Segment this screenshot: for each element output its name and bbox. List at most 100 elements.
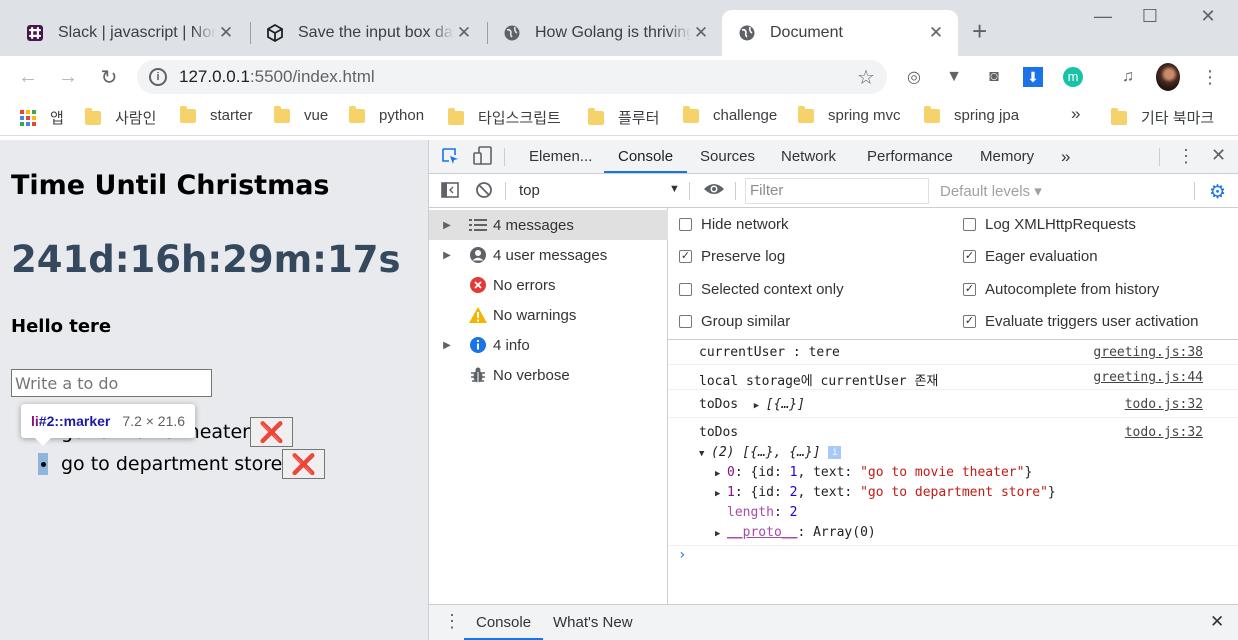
extension-m-icon[interactable]: m bbox=[1061, 65, 1085, 89]
browser-menu-icon[interactable]: ⋮ bbox=[1198, 65, 1222, 89]
sidebar-item-info[interactable]: ▶ 4 info bbox=[429, 330, 668, 360]
collapse-arrow-icon[interactable]: ▼ bbox=[699, 449, 711, 459]
checkbox-hide-network[interactable]: Hide network bbox=[679, 216, 789, 233]
checkbox-preserve-log[interactable]: ✓ Preserve log bbox=[679, 248, 785, 265]
close-tab-icon[interactable]: ✕ bbox=[691, 23, 711, 43]
back-icon[interactable]: ← bbox=[8, 66, 48, 89]
context-selector[interactable]: top bbox=[519, 182, 540, 199]
bookmark-folder[interactable]: spring jpa bbox=[924, 105, 1019, 124]
bookmark-folder[interactable]: spring mvc bbox=[798, 105, 901, 124]
avatar[interactable] bbox=[1156, 63, 1180, 91]
minimize-icon[interactable]: — bbox=[1080, 6, 1126, 27]
bookmark-folder[interactable]: 플루터 bbox=[588, 107, 659, 128]
checkbox-user-activation[interactable]: ✓ Evaluate triggers user activation bbox=[963, 313, 1198, 330]
maximize-icon[interactable]: ☐ bbox=[1127, 6, 1173, 27]
source-link[interactable]: greeting.js:38 bbox=[1093, 345, 1203, 360]
checkbox-autocomplete[interactable]: ✓ Autocomplete from history bbox=[963, 281, 1159, 298]
expand-arrow-icon[interactable]: ▶ bbox=[429, 220, 463, 231]
sidebar-item-errors[interactable]: No errors bbox=[429, 270, 668, 300]
clear-console-icon[interactable] bbox=[475, 181, 493, 204]
close-tab-icon[interactable]: ✕ bbox=[454, 23, 474, 43]
context-dropdown-icon[interactable]: ▼ bbox=[669, 183, 680, 195]
close-tab-icon[interactable]: ✕ bbox=[926, 23, 946, 43]
checkbox-log-xhr[interactable]: Log XMLHttpRequests bbox=[963, 216, 1136, 233]
log-levels-dropdown[interactable]: Default levels ▾ bbox=[940, 182, 1042, 200]
bookmark-folder[interactable]: challenge bbox=[683, 105, 777, 124]
other-bookmarks[interactable]: 기타 북마크 bbox=[1111, 107, 1214, 128]
checkbox-selected-context[interactable]: Selected context only bbox=[679, 281, 844, 298]
source-link[interactable]: greeting.js:44 bbox=[1093, 370, 1203, 385]
checkbox-checked[interactable]: ✓ bbox=[963, 283, 976, 296]
checkbox-eager-evaluation[interactable]: ✓ Eager evaluation bbox=[963, 248, 1098, 265]
devtools-menu-icon[interactable]: ⋮ bbox=[1177, 146, 1195, 167]
drawer-tab-whats-new[interactable]: What's New bbox=[553, 605, 633, 640]
media-control-icon[interactable]: ♫ bbox=[1116, 65, 1140, 89]
sidebar-item-verbose[interactable]: No verbose bbox=[429, 360, 668, 390]
expand-arrow-icon[interactable]: ▶ bbox=[715, 529, 727, 539]
tab-console[interactable]: Console bbox=[604, 140, 688, 173]
extension-download-icon[interactable]: ⬇ bbox=[1021, 65, 1045, 89]
array-entry[interactable]: ▶ 0: {id: 1, text: "go to movie theater"} bbox=[715, 465, 1032, 480]
checkbox-checked[interactable]: ✓ bbox=[963, 250, 976, 263]
url-text[interactable]: 127.0.0.1:5500/index.html bbox=[179, 67, 851, 87]
bookmarks-overflow-button[interactable]: » bbox=[1071, 104, 1080, 124]
source-link[interactable]: todo.js:32 bbox=[1125, 425, 1203, 440]
extension-screenshot-icon[interactable]: ◙ bbox=[982, 65, 1006, 89]
sidebar-item-messages[interactable]: ▶ 4 messages bbox=[429, 210, 668, 240]
close-tab-icon[interactable]: ✕ bbox=[216, 23, 236, 43]
bookmark-folder[interactable]: starter bbox=[180, 105, 253, 124]
sidebar-item-warnings[interactable]: No warnings bbox=[429, 300, 668, 330]
array-entry[interactable]: ▶ 1: {id: 2, text: "go to department stor… bbox=[715, 485, 1056, 500]
new-tab-button[interactable]: + bbox=[972, 18, 987, 44]
more-tabs-button[interactable]: » bbox=[1061, 140, 1070, 173]
info-badge-icon[interactable]: i bbox=[828, 446, 842, 459]
checkbox[interactable] bbox=[679, 315, 692, 328]
source-link[interactable]: todo.js:32 bbox=[1125, 397, 1203, 412]
live-expression-eye-icon[interactable] bbox=[703, 181, 725, 202]
expand-arrow-icon[interactable]: ▶ bbox=[715, 489, 727, 499]
tab-elements[interactable]: Elemen... bbox=[529, 140, 592, 173]
site-info-icon[interactable]: i bbox=[149, 68, 167, 86]
tab-memory[interactable]: Memory bbox=[980, 140, 1034, 173]
expand-arrow-icon[interactable]: ▶ bbox=[429, 250, 463, 261]
bookmark-apps[interactable]: 앱 bbox=[20, 107, 64, 128]
close-devtools-icon[interactable]: ✕ bbox=[1211, 145, 1226, 166]
array-summary[interactable]: ▼ (2) [{…}, {…}] i bbox=[699, 445, 842, 460]
tab-performance[interactable]: Performance bbox=[867, 140, 953, 173]
checkbox[interactable] bbox=[679, 283, 692, 296]
sidebar-item-user-messages[interactable]: ▶ 4 user messages bbox=[429, 240, 668, 270]
expand-arrow-icon[interactable]: ▶ bbox=[429, 340, 463, 351]
tab-sources[interactable]: Sources bbox=[700, 140, 755, 173]
sidebar-toggle-icon[interactable] bbox=[441, 182, 459, 203]
array-proto[interactable]: ▶ __proto__: Array(0) bbox=[715, 525, 876, 540]
bookmark-folder[interactable]: python bbox=[349, 105, 424, 124]
todo-input[interactable] bbox=[11, 369, 212, 397]
drawer-tab-console[interactable]: Console bbox=[464, 605, 544, 640]
close-drawer-icon[interactable]: ✕ bbox=[1210, 612, 1224, 632]
extension-vue-icon[interactable]: ▼ bbox=[942, 65, 966, 89]
bookmark-folder[interactable]: vue bbox=[274, 105, 328, 124]
checkbox-checked[interactable]: ✓ bbox=[963, 315, 976, 328]
extension-camera-icon[interactable]: ◎ bbox=[902, 65, 926, 89]
console-filter-input[interactable]: Filter bbox=[745, 178, 929, 204]
console-prompt-icon[interactable]: › bbox=[678, 547, 686, 563]
browser-tab-golang[interactable]: How Golang is thriving ✕ bbox=[487, 10, 723, 56]
delete-todo-button[interactable]: ❌ bbox=[250, 417, 293, 447]
array-preview[interactable]: [{…}] bbox=[766, 397, 805, 412]
browser-tab-document[interactable]: Document ✕ bbox=[722, 10, 958, 56]
device-toolbar-icon[interactable] bbox=[473, 146, 493, 171]
bookmark-folder[interactable]: 사람인 bbox=[85, 107, 156, 128]
delete-todo-button[interactable]: ❌ bbox=[282, 449, 326, 479]
address-bar[interactable]: i 127.0.0.1:5500/index.html ☆ bbox=[137, 60, 887, 94]
bookmark-star-icon[interactable]: ☆ bbox=[851, 65, 881, 90]
console-settings-gear-icon[interactable]: ⚙ bbox=[1209, 181, 1226, 204]
drawer-menu-icon[interactable]: ⋮ bbox=[443, 611, 461, 632]
tab-network[interactable]: Network bbox=[781, 140, 836, 173]
close-window-icon[interactable]: ✕ bbox=[1185, 6, 1231, 27]
inspect-element-icon[interactable] bbox=[441, 147, 459, 170]
bookmark-folder[interactable]: 타입스크립트 bbox=[448, 107, 561, 128]
checkbox[interactable] bbox=[963, 218, 976, 231]
expand-arrow-icon[interactable]: ▶ bbox=[754, 401, 766, 411]
checkbox[interactable] bbox=[679, 218, 692, 231]
expand-arrow-icon[interactable]: ▶ bbox=[715, 469, 727, 479]
